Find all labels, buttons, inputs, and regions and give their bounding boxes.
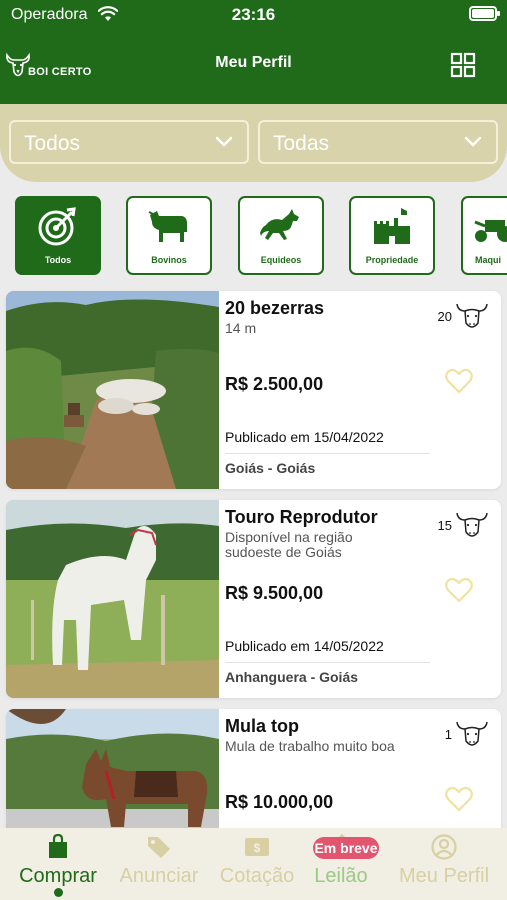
category-label: Equideos <box>260 255 302 265</box>
favorite-heart-icon[interactable] <box>445 368 473 394</box>
listing-subtitle: Disponível na região sudoeste de Goiás <box>225 529 353 560</box>
listing-price: R$ 2.500,00 <box>225 374 324 394</box>
category-label: Maqui <box>475 255 501 265</box>
shopping-bag-icon <box>49 834 67 858</box>
listing-title: Touro Reprodutor <box>225 507 378 527</box>
bottom-tab-bar: Comprar Anunciar $ Cotação Em breve Leil… <box>0 828 507 900</box>
category-label: Bovinos <box>151 255 187 265</box>
filter-select-todas[interactable]: Todas <box>258 120 498 164</box>
filter-select-value: Todas <box>273 132 330 155</box>
svg-text:$: $ <box>254 841 261 855</box>
tab-anunciar[interactable]: Anunciar <box>110 828 208 900</box>
horse-icon <box>260 209 299 240</box>
filter-bar: Todos Todas <box>0 104 507 182</box>
coming-soon-badge: Em breve <box>313 837 379 859</box>
listing-location: Anhanguera - Goiás <box>225 669 359 685</box>
category-propriedade[interactable]: Propriedade <box>349 196 435 275</box>
category-bovinos[interactable]: Bovinos <box>126 196 212 275</box>
cow-icon <box>148 211 187 242</box>
active-tab-indicator <box>54 888 63 897</box>
tab-leilao[interactable]: Em breve Leilão <box>300 828 382 900</box>
tab-label: Anunciar <box>119 865 199 887</box>
animal-count: 1 <box>444 727 452 742</box>
listing-price: R$ 10.000,00 <box>225 792 334 812</box>
animal-count: 15 <box>437 518 452 533</box>
status-bar: Operadora 23:16 <box>0 0 507 30</box>
chevron-down-icon <box>464 136 482 147</box>
tab-label: Cotação <box>219 865 295 887</box>
listing-date: Publicado em 15/04/2022 <box>225 429 384 445</box>
chevron-down-icon <box>215 136 233 147</box>
tab-label: Comprar <box>19 865 97 887</box>
grid-icon <box>450 52 476 78</box>
listing-card[interactable]: 20 bezerras 14 m R$ 2.500,00 Publicado e… <box>6 291 501 489</box>
category-equideos[interactable]: Equideos <box>238 196 324 275</box>
tab-label: Meu Perfil <box>398 865 490 887</box>
listing-title: Mula top <box>225 716 299 736</box>
farm-icon <box>374 208 410 244</box>
category-scroller[interactable]: Todos Bovinos Equideos Propriedade Maqui <box>0 190 507 282</box>
listing-subtitle: Mula de trabalho muito boa <box>225 738 395 754</box>
tab-cotacao[interactable]: $ Cotação <box>212 828 302 900</box>
tab-meu-perfil[interactable]: Meu Perfil <box>390 828 498 900</box>
app-header: Operadora 23:16 BOI CERTO Meu Perfil <box>0 0 507 104</box>
bull-photo <box>6 500 219 698</box>
category-todos[interactable]: Todos <box>15 196 101 275</box>
user-circle-icon <box>431 834 457 860</box>
category-label: Propriedade <box>365 255 419 265</box>
listing-card[interactable]: Touro Reprodutor Disponível na região su… <box>6 500 501 698</box>
grid-menu-button[interactable] <box>450 52 476 78</box>
listing-location: Goiás - Goiás <box>225 460 316 476</box>
machine-icon <box>474 220 507 242</box>
page-title: Meu Perfil <box>215 54 292 71</box>
category-label: Todos <box>44 255 72 265</box>
listing-title: 20 bezerras <box>225 298 325 318</box>
herd-photo <box>6 291 219 489</box>
filter-select-todos[interactable]: Todos <box>9 120 249 164</box>
listing-date: Publicado em 14/05/2022 <box>225 638 384 654</box>
cow-head-icon <box>456 721 488 746</box>
cow-head-icon <box>456 303 488 328</box>
listing-subtitle: 14 m <box>225 320 257 336</box>
tab-label: Leilão <box>314 865 368 887</box>
filter-select-value: Todos <box>24 132 81 155</box>
target-icon <box>38 207 76 246</box>
listing-price: R$ 9.500,00 <box>225 583 324 603</box>
category-maquinas[interactable]: Maqui <box>461 196 507 275</box>
battery-icon <box>469 6 500 21</box>
animal-count: 20 <box>437 309 452 324</box>
tab-comprar[interactable]: Comprar <box>8 828 108 900</box>
status-time: 23:16 <box>231 5 276 24</box>
divider <box>225 662 430 663</box>
money-icon: $ <box>245 838 269 856</box>
cow-head-icon <box>456 512 488 537</box>
favorite-heart-icon[interactable] <box>445 577 473 603</box>
tag-icon <box>148 837 170 858</box>
favorite-heart-icon[interactable] <box>445 786 473 812</box>
divider <box>225 453 430 454</box>
